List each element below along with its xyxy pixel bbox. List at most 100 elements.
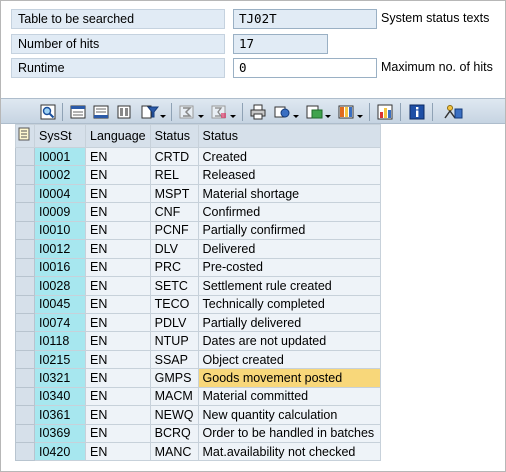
status-code-cell[interactable]: CRTD [149,146,199,167]
table-row[interactable]: I0010 EN PCNF Partially confirmed [15,220,381,241]
row-selector[interactable] [15,386,35,407]
status-text-cell[interactable]: Partially delivered [197,312,381,333]
status-code-cell[interactable]: DLV [149,239,199,259]
status-code-cell[interactable]: REL [149,165,199,185]
table-row[interactable]: I0369 EN BCRQ Order to be handled in batche… [15,423,381,444]
table-row[interactable]: I0012 EN DLV Delivered [15,239,381,259]
language-cell[interactable]: EN [85,349,151,370]
table-row[interactable]: I0009 EN CNF Confirmed [15,202,381,222]
language-cell[interactable]: EN [85,146,151,167]
layout-button[interactable] [335,102,365,122]
row-selector[interactable] [15,349,35,370]
sysst-cell[interactable]: I0009 [34,202,86,222]
language-cell[interactable]: EN [85,276,151,296]
status-code-cell[interactable]: PRC [149,257,199,278]
select-all-cell[interactable] [15,124,35,148]
language-cell[interactable]: EN [85,202,151,222]
status-code-cell[interactable]: GMPS [149,368,199,388]
status-code-cell[interactable]: PDLV [149,312,199,333]
status-text-cell[interactable]: Material committed [197,386,381,407]
find-button[interactable] [113,102,135,122]
language-cell[interactable]: EN [85,239,151,259]
status-code-cell[interactable]: PCNF [149,220,199,241]
sort-ascending-button[interactable] [67,102,89,122]
row-selector[interactable] [15,165,35,185]
info-button[interactable] [406,102,428,122]
status-code-cell[interactable]: BCRQ [149,423,199,444]
language-cell[interactable]: EN [85,405,151,425]
column-header-status-text[interactable]: Status [197,124,381,148]
table-row[interactable]: I0074 EN PDLV Partially delivered [15,312,381,333]
status-text-cell[interactable]: Mat.availability not checked [197,441,381,462]
sysst-cell[interactable]: I0361 [34,405,86,425]
table-row[interactable]: I0340 EN MACM Material committed [15,386,381,407]
language-cell[interactable]: EN [85,294,151,314]
sysst-cell[interactable]: I0118 [34,331,86,351]
column-header-status-code[interactable]: Status [149,124,199,148]
status-text-cell[interactable]: Created [197,146,381,167]
subtotal-button[interactable] [208,102,238,122]
row-selector[interactable] [15,441,35,462]
graphic-button[interactable] [374,102,396,122]
table-row[interactable]: I0321 EN GMPS Goods movement posted [15,368,381,388]
table-row[interactable]: I0016 EN PRC Pre-costed [15,257,381,278]
views-button[interactable] [271,102,301,122]
row-selector[interactable] [15,239,35,259]
table-row[interactable]: I0001 EN CRTD Created [15,146,381,167]
status-code-cell[interactable]: SSAP [149,349,199,370]
sysst-cell[interactable]: I0340 [34,386,86,407]
language-cell[interactable]: EN [85,386,151,407]
language-cell[interactable]: EN [85,423,151,444]
status-code-cell[interactable]: NEWQ [149,405,199,425]
table-row[interactable]: I0028 EN SETC Settlement rule created [15,276,381,296]
sysst-cell[interactable]: I0321 [34,368,86,388]
row-selector[interactable] [15,220,35,241]
status-code-cell[interactable]: TECO [149,294,199,314]
status-text-cell[interactable]: Object created [197,349,381,370]
sysst-cell[interactable]: I0012 [34,239,86,259]
status-code-cell[interactable]: CNF [149,202,199,222]
status-text-cell[interactable]: Dates are not updated [197,331,381,351]
column-header-sysst[interactable]: SysSt [34,124,86,148]
status-text-cell[interactable]: Goods movement posted [197,368,381,388]
sysst-cell[interactable]: I0002 [34,165,86,185]
row-selector[interactable] [15,312,35,333]
sysst-cell[interactable]: I0045 [34,294,86,314]
status-text-cell[interactable]: Order to be handled in batches [197,423,381,444]
table-row[interactable]: I0118 EN NTUP Dates are not updated [15,331,381,351]
status-text-cell[interactable]: Settlement rule created [197,276,381,296]
sysst-cell[interactable]: I0369 [34,423,86,444]
row-selector[interactable] [15,331,35,351]
status-text-cell[interactable]: Partially confirmed [197,220,381,241]
status-code-cell[interactable]: MACM [149,386,199,407]
status-text-cell[interactable]: Pre-costed [197,257,381,278]
language-cell[interactable]: EN [85,331,151,351]
export-button[interactable] [303,102,333,122]
language-cell[interactable]: EN [85,257,151,278]
column-header-language[interactable]: Language [85,124,151,148]
row-selector[interactable] [15,146,35,167]
sysst-cell[interactable]: I0010 [34,220,86,241]
sort-descending-button[interactable] [90,102,112,122]
row-selector[interactable] [15,294,35,314]
status-text-cell[interactable]: Technically completed [197,294,381,314]
sysst-cell[interactable]: I0420 [34,441,86,462]
table-row[interactable]: I0361 EN NEWQ New quantity calculation [15,405,381,425]
language-cell[interactable]: EN [85,441,151,462]
details-button[interactable] [37,102,59,122]
status-text-cell[interactable]: Released [197,165,381,185]
filter-button[interactable] [138,102,168,122]
abc-analysis-button[interactable] [438,102,468,122]
sysst-cell[interactable]: I0028 [34,276,86,296]
status-text-cell[interactable]: New quantity calculation [197,405,381,425]
sysst-cell[interactable]: I0074 [34,312,86,333]
language-cell[interactable]: EN [85,165,151,185]
print-button[interactable] [247,102,269,122]
row-selector[interactable] [15,183,35,204]
table-row[interactable]: I0215 EN SSAP Object created [15,349,381,370]
row-selector[interactable] [15,257,35,278]
language-cell[interactable]: EN [85,220,151,241]
row-selector[interactable] [15,423,35,444]
status-code-cell[interactable]: MSPT [149,183,199,204]
status-code-cell[interactable]: SETC [149,276,199,296]
